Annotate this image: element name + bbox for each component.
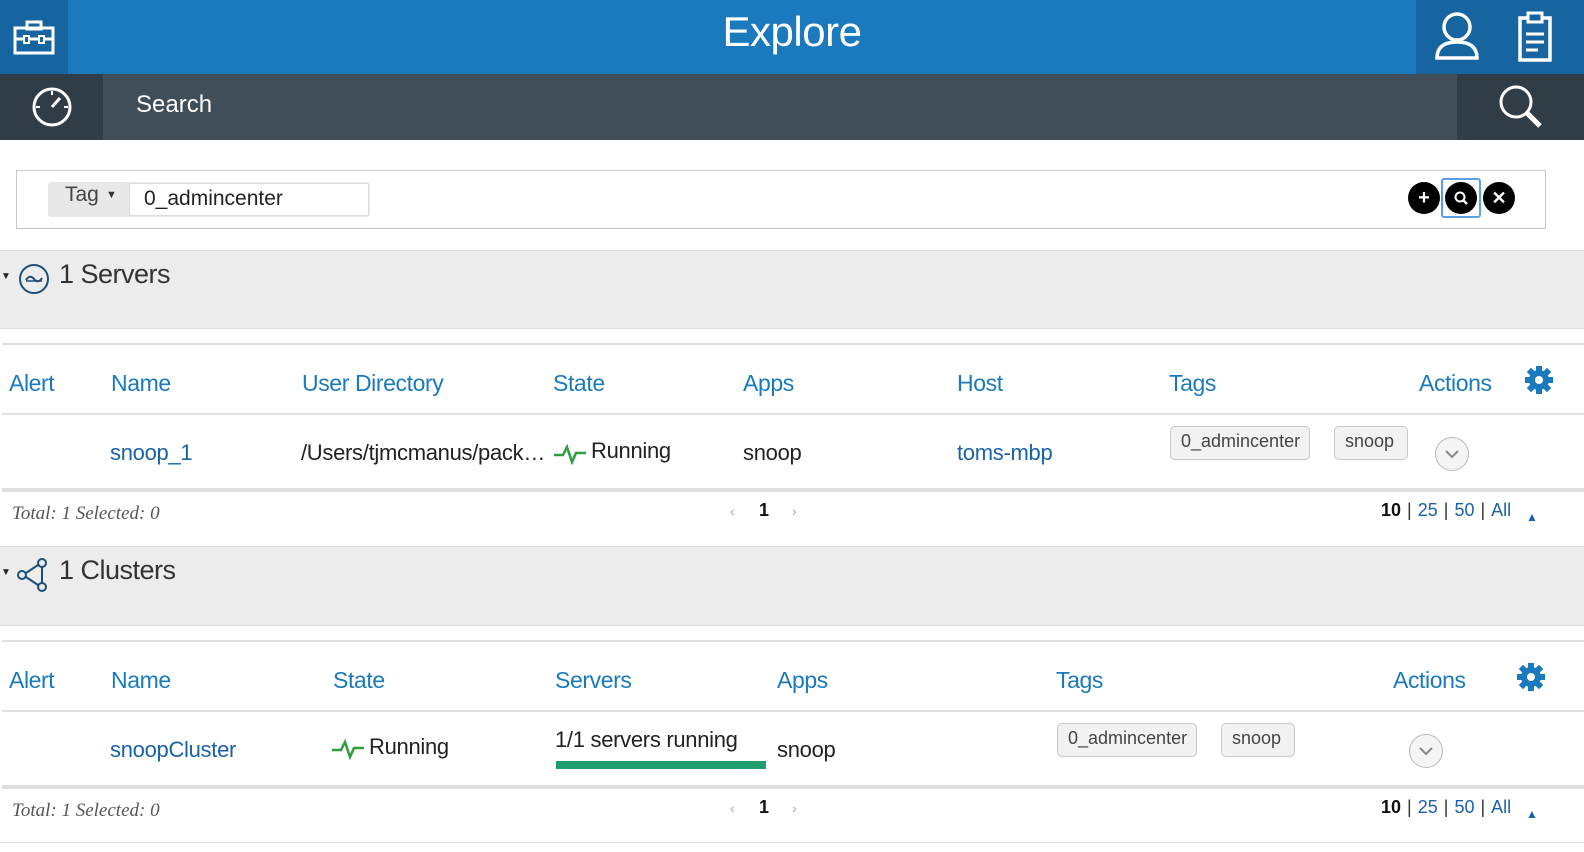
col-tags[interactable]: Tags: [1056, 667, 1103, 694]
server-name-link[interactable]: snoop_1: [110, 440, 193, 466]
clusters-table-header: Alert Name State Servers Apps Tags Actio…: [2, 640, 1584, 712]
gear-icon[interactable]: [1524, 365, 1554, 395]
page-size-selector: 10 | 25 | 50 | All: [1381, 797, 1512, 817]
row-actions-button[interactable]: [1409, 734, 1443, 768]
page-size-50[interactable]: 50: [1454, 500, 1474, 520]
row-divider: [2, 488, 1584, 492]
chevron-down-icon: [1445, 450, 1459, 459]
col-state[interactable]: State: [553, 370, 605, 397]
prev-page-icon[interactable]: ‹: [730, 800, 735, 816]
search-icon: [1499, 85, 1542, 128]
current-page: 1: [759, 797, 770, 817]
running-pulse-icon: [332, 738, 364, 760]
page-size-10[interactable]: 10: [1381, 500, 1401, 520]
chevron-down-icon[interactable]: ▼: [106, 189, 117, 201]
search-toggle-button[interactable]: [1457, 74, 1584, 140]
clusters-section-header[interactable]: ▼ 1 Clusters: [0, 546, 1584, 626]
tag-pill[interactable]: 0_admincenter: [1170, 426, 1310, 460]
page-size-10[interactable]: 10: [1381, 797, 1401, 817]
page-size-selector: 10 | 25 | 50 | All: [1381, 500, 1512, 520]
tag-pill[interactable]: snoop: [1334, 426, 1408, 460]
clear-search-button[interactable]: ✕: [1483, 182, 1515, 214]
apps-value: snoop: [777, 737, 836, 762]
search-filter-bar: Tag ▼ 0_admincenter + ✕: [16, 170, 1546, 229]
page-size-25[interactable]: 25: [1418, 500, 1438, 520]
page-size-50[interactable]: 50: [1454, 797, 1474, 817]
servers-running-progress-bar: [556, 761, 766, 769]
col-servers[interactable]: Servers: [555, 667, 632, 694]
search-icon: [1454, 191, 1468, 205]
col-apps[interactable]: Apps: [777, 667, 828, 694]
collapse-triangle-icon[interactable]: ▼: [1, 271, 11, 282]
bottom-divider: [0, 842, 1584, 843]
page-size-all[interactable]: All: [1491, 500, 1511, 520]
prev-page-icon[interactable]: ‹: [730, 503, 735, 519]
notes-icon[interactable]: [1510, 10, 1560, 66]
cluster-name-link[interactable]: snoopCluster: [110, 737, 236, 763]
run-search-button[interactable]: [1445, 182, 1477, 214]
scroll-top-icon[interactable]: ▲: [1526, 510, 1538, 524]
chevron-down-icon: [1419, 747, 1433, 756]
row-divider: [2, 785, 1584, 789]
plus-icon: +: [1418, 186, 1430, 209]
gear-icon[interactable]: [1516, 662, 1546, 692]
clusters-total-text: Total: 1 Selected: 0: [12, 800, 160, 821]
next-page-icon[interactable]: ›: [792, 503, 797, 519]
col-actions: Actions: [1393, 667, 1466, 693]
scroll-top-icon[interactable]: ▲: [1526, 807, 1538, 821]
state-value: Running: [369, 734, 449, 759]
col-host[interactable]: Host: [957, 370, 1003, 397]
servers-section-header[interactable]: ▼ 1 Servers: [0, 250, 1584, 329]
filter-type-dropdown[interactable]: Tag: [65, 183, 99, 207]
col-name[interactable]: Name: [111, 370, 171, 397]
apps-value: snoop: [743, 440, 802, 465]
top-bar: Explore: [0, 0, 1584, 74]
current-page: 1: [759, 500, 770, 520]
col-name[interactable]: Name: [111, 667, 171, 694]
user-directory-value: /Users/tjmcmanus/pack…: [301, 440, 546, 465]
add-filter-button[interactable]: +: [1408, 182, 1440, 214]
page-title: Explore: [722, 8, 862, 55]
dashboard-button[interactable]: [0, 74, 103, 140]
row-actions-button[interactable]: [1435, 437, 1469, 471]
close-icon: ✕: [1491, 187, 1507, 208]
col-alert[interactable]: Alert: [9, 667, 55, 694]
tag-pill[interactable]: snoop: [1221, 723, 1295, 757]
filter-value-input[interactable]: 0_admincenter: [129, 183, 369, 216]
col-state[interactable]: State: [333, 667, 385, 694]
servers-count-heading: 1 Servers: [59, 259, 171, 289]
page-size-25[interactable]: 25: [1418, 797, 1438, 817]
table-row[interactable]: snoop_1 /Users/tjmcmanus/pack… Running s…: [2, 417, 1584, 488]
host-link[interactable]: toms-mbp: [957, 440, 1053, 466]
state-value: Running: [591, 438, 671, 463]
col-actions: Actions: [1419, 370, 1492, 396]
collapse-triangle-icon[interactable]: ▼: [1, 567, 11, 578]
col-alert[interactable]: Alert: [9, 370, 55, 397]
next-page-icon[interactable]: ›: [792, 800, 797, 816]
running-pulse-icon: [554, 443, 586, 465]
servers-running-text: 1/1 servers running: [555, 727, 738, 752]
user-icon[interactable]: [1432, 10, 1482, 62]
col-apps[interactable]: Apps: [743, 370, 794, 397]
servers-total-text: Total: 1 Selected: 0: [12, 503, 160, 524]
col-user-directory[interactable]: User Directory: [302, 370, 444, 397]
servers-table-header: Alert Name User Directory State Apps Hos…: [2, 343, 1584, 415]
search-label: Search: [136, 91, 213, 118]
dashboard-gauge-icon: [32, 87, 71, 127]
cluster-icon: [17, 558, 47, 592]
search-filter-pill: Tag ▼ 0_admincenter: [48, 182, 370, 217]
sub-bar: Search: [0, 74, 1584, 140]
tag-pill[interactable]: 0_admincenter: [1057, 723, 1197, 757]
col-tags[interactable]: Tags: [1169, 370, 1216, 397]
clusters-count-heading: 1 Clusters: [59, 555, 176, 585]
server-icon: [19, 264, 49, 294]
table-row[interactable]: snoopCluster Running 1/1 servers running…: [2, 714, 1584, 785]
page-size-all[interactable]: All: [1491, 797, 1511, 817]
